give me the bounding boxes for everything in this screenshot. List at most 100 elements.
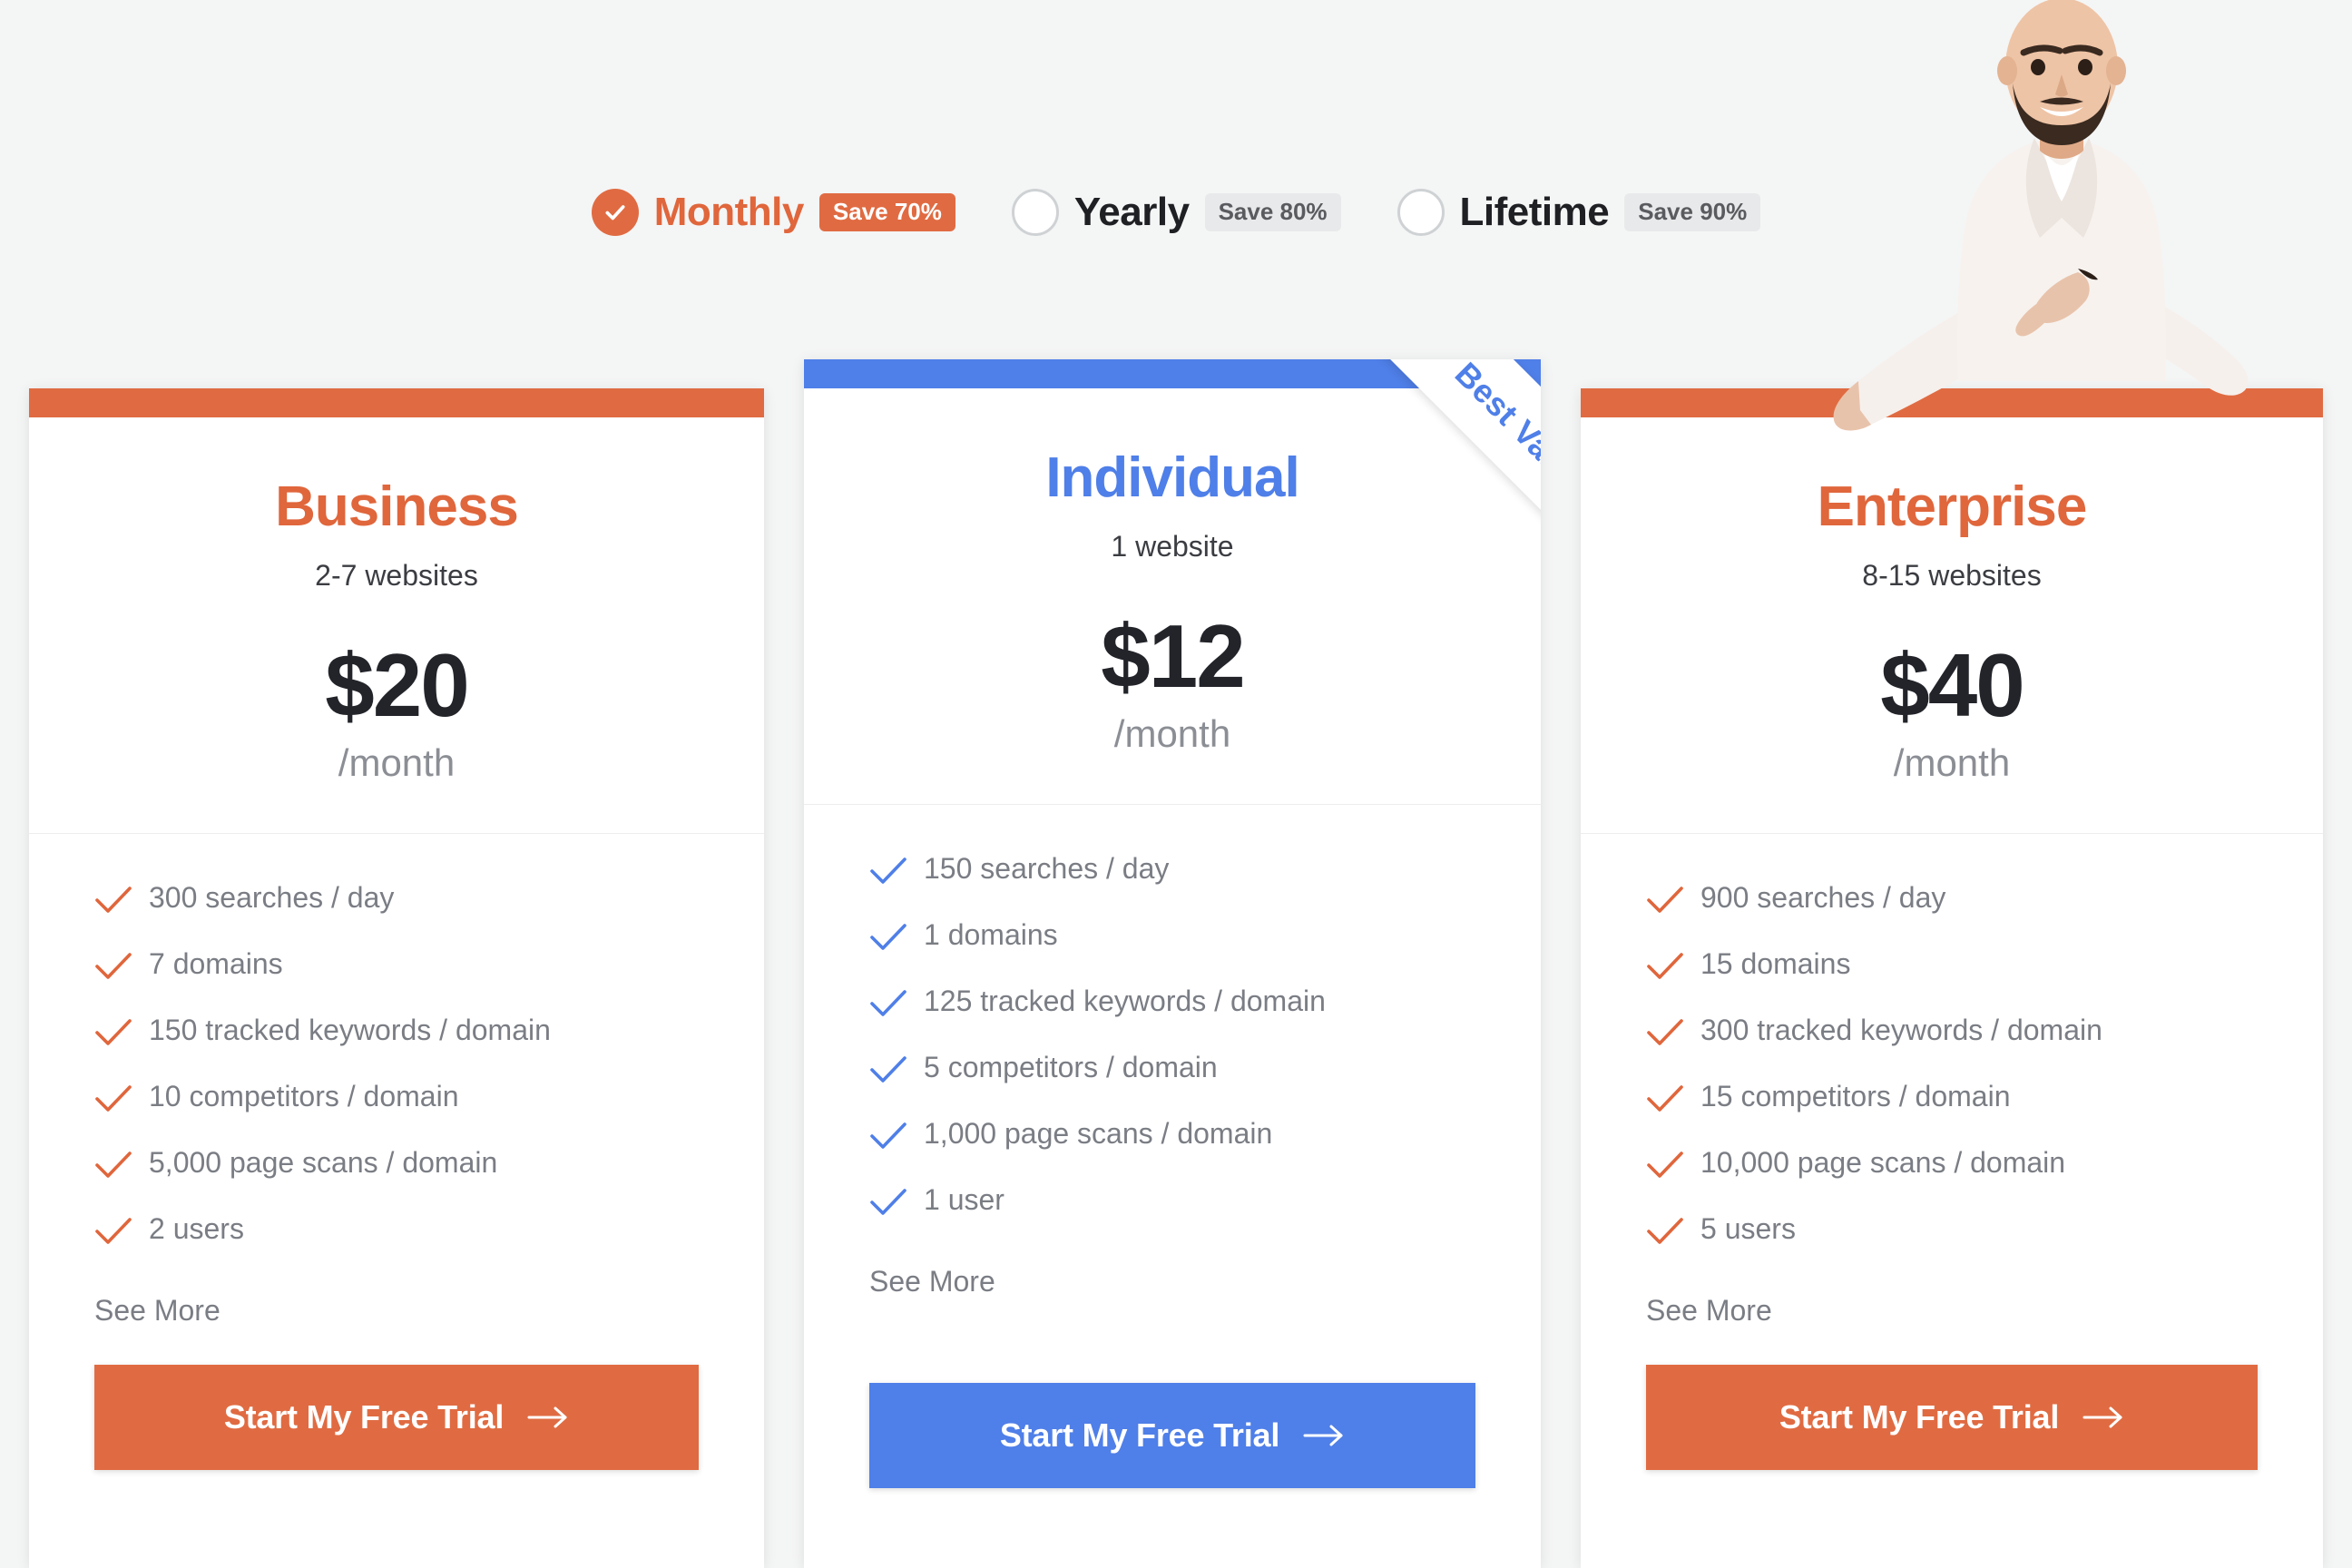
save-badge-yearly: Save 80% bbox=[1204, 193, 1341, 231]
check-icon bbox=[94, 885, 132, 920]
check-icon bbox=[1646, 885, 1684, 920]
plan-name: Individual bbox=[1045, 446, 1299, 509]
check-icon bbox=[869, 988, 907, 1024]
feature-label: 7 domains bbox=[149, 947, 283, 981]
see-more-link[interactable]: See More bbox=[869, 1266, 995, 1298]
feature-item: 2 users bbox=[94, 1212, 764, 1251]
billing-option-monthly[interactable]: Monthly Save 70% bbox=[591, 189, 956, 236]
feature-label: 10,000 page scans / domain bbox=[1700, 1146, 2066, 1180]
feature-label: 1,000 page scans / domain bbox=[924, 1117, 1273, 1151]
pricing-page: Monthly Save 70% Yearly Save 80% Lifetim… bbox=[0, 0, 2352, 1568]
see-more-link[interactable]: See More bbox=[94, 1295, 220, 1327]
arrow-right-icon bbox=[1303, 1424, 1345, 1447]
feature-label: 300 tracked keywords / domain bbox=[1700, 1014, 2102, 1047]
check-icon bbox=[869, 1054, 907, 1090]
feature-list: 300 searches / day 7 domains 150 tracked… bbox=[29, 834, 764, 1251]
check-icon bbox=[869, 922, 907, 957]
check-icon bbox=[1646, 1150, 1684, 1185]
billing-label-monthly: Monthly bbox=[653, 190, 805, 234]
feature-item: 5,000 page scans / domain bbox=[94, 1146, 764, 1185]
plan-period: /month bbox=[338, 741, 456, 785]
plan-price: $20 bbox=[325, 635, 470, 736]
feature-item: 900 searches / day bbox=[1646, 881, 2323, 920]
feature-label: 15 domains bbox=[1700, 947, 1851, 981]
check-icon bbox=[94, 1150, 132, 1185]
billing-option-lifetime[interactable]: Lifetime Save 90% bbox=[1396, 189, 1761, 236]
billing-option-yearly[interactable]: Yearly Save 80% bbox=[1011, 189, 1341, 236]
feature-item: 10 competitors / domain bbox=[94, 1080, 764, 1119]
plan-price: $12 bbox=[1101, 606, 1246, 707]
feature-item: 1 domains bbox=[869, 918, 1541, 957]
feature-list: 900 searches / day 15 domains 300 tracke… bbox=[1581, 834, 2323, 1251]
start-free-trial-button[interactable]: Start My Free Trial bbox=[1646, 1365, 2258, 1470]
pricing-card-enterprise: Enterprise 8-15 websites $40 /month 900 … bbox=[1581, 388, 2323, 1568]
feature-label: 15 competitors / domain bbox=[1700, 1080, 2011, 1113]
check-icon bbox=[869, 856, 907, 891]
check-icon bbox=[1646, 951, 1684, 986]
feature-item: 5 users bbox=[1646, 1212, 2323, 1251]
arrow-right-icon bbox=[527, 1406, 569, 1429]
cta-label: Start My Free Trial bbox=[999, 1416, 1280, 1454]
billing-label-yearly: Yearly bbox=[1073, 190, 1190, 234]
billing-label-lifetime: Lifetime bbox=[1459, 190, 1610, 234]
plan-websites: 1 website bbox=[1111, 530, 1234, 564]
radio-empty-icon[interactable] bbox=[1396, 189, 1445, 236]
feature-label: 1 user bbox=[924, 1183, 1004, 1217]
cta-label: Start My Free Trial bbox=[223, 1398, 505, 1436]
pricing-card-business: Business 2-7 websites $20 /month 300 sea… bbox=[29, 388, 764, 1568]
start-free-trial-button[interactable]: Start My Free Trial bbox=[869, 1383, 1475, 1488]
save-badge-lifetime: Save 90% bbox=[1624, 193, 1761, 231]
feature-item: 7 domains bbox=[94, 947, 764, 986]
card-accent-bar bbox=[29, 388, 764, 417]
plan-price: $40 bbox=[1880, 635, 2025, 736]
feature-label: 2 users bbox=[149, 1212, 244, 1246]
presenter-photo bbox=[1806, 0, 2314, 472]
check-icon bbox=[1646, 1017, 1684, 1053]
card-header: Enterprise 8-15 websites $40 /month bbox=[1581, 417, 2323, 784]
plan-period: /month bbox=[1893, 741, 2011, 785]
radio-checked-icon[interactable] bbox=[591, 189, 639, 236]
feature-item: 150 searches / day bbox=[869, 852, 1541, 891]
feature-item: 300 searches / day bbox=[94, 881, 764, 920]
arrow-right-icon bbox=[2082, 1406, 2124, 1429]
feature-item: 10,000 page scans / domain bbox=[1646, 1146, 2323, 1185]
plan-websites: 8-15 websites bbox=[1862, 559, 2042, 593]
plan-period: /month bbox=[1113, 712, 1231, 756]
feature-label: 1 domains bbox=[924, 918, 1058, 952]
plan-name: Business bbox=[275, 475, 519, 538]
feature-label: 300 searches / day bbox=[149, 881, 395, 915]
plan-name: Enterprise bbox=[1817, 475, 2088, 538]
feature-label: 10 competitors / domain bbox=[149, 1080, 459, 1113]
card-accent-bar bbox=[804, 359, 1541, 388]
feature-label: 900 searches / day bbox=[1700, 881, 1946, 915]
cta-label: Start My Free Trial bbox=[1779, 1398, 2060, 1436]
feature-label: 5 users bbox=[1700, 1212, 1796, 1246]
feature-label: 150 tracked keywords / domain bbox=[149, 1014, 551, 1047]
check-icon bbox=[869, 1187, 907, 1222]
feature-item: 5 competitors / domain bbox=[869, 1051, 1541, 1090]
card-header: Individual 1 website $12 /month bbox=[804, 388, 1541, 755]
feature-label: 125 tracked keywords / domain bbox=[924, 985, 1326, 1018]
feature-list: 150 searches / day 1 domains 125 tracked… bbox=[804, 805, 1541, 1222]
check-icon bbox=[1646, 1083, 1684, 1119]
feature-item: 150 tracked keywords / domain bbox=[94, 1014, 764, 1053]
plan-websites: 2-7 websites bbox=[315, 559, 478, 593]
feature-item: 125 tracked keywords / domain bbox=[869, 985, 1541, 1024]
feature-label: 5 competitors / domain bbox=[924, 1051, 1218, 1084]
feature-item: 1 user bbox=[869, 1183, 1541, 1222]
feature-label: 150 searches / day bbox=[924, 852, 1170, 886]
check-icon bbox=[1646, 1216, 1684, 1251]
feature-item: 300 tracked keywords / domain bbox=[1646, 1014, 2323, 1053]
check-icon bbox=[94, 1216, 132, 1251]
card-header: Business 2-7 websites $20 /month bbox=[29, 417, 764, 784]
radio-empty-icon[interactable] bbox=[1011, 189, 1059, 236]
see-more-link[interactable]: See More bbox=[1646, 1295, 1772, 1327]
check-icon bbox=[869, 1121, 907, 1156]
feature-item: 1,000 page scans / domain bbox=[869, 1117, 1541, 1156]
start-free-trial-button[interactable]: Start My Free Trial bbox=[94, 1365, 699, 1470]
feature-item: 15 domains bbox=[1646, 947, 2323, 986]
check-icon bbox=[94, 1083, 132, 1119]
pricing-card-individual: Best Value Individual 1 website $12 /mon… bbox=[804, 359, 1541, 1568]
check-icon bbox=[94, 951, 132, 986]
feature-item: 15 competitors / domain bbox=[1646, 1080, 2323, 1119]
